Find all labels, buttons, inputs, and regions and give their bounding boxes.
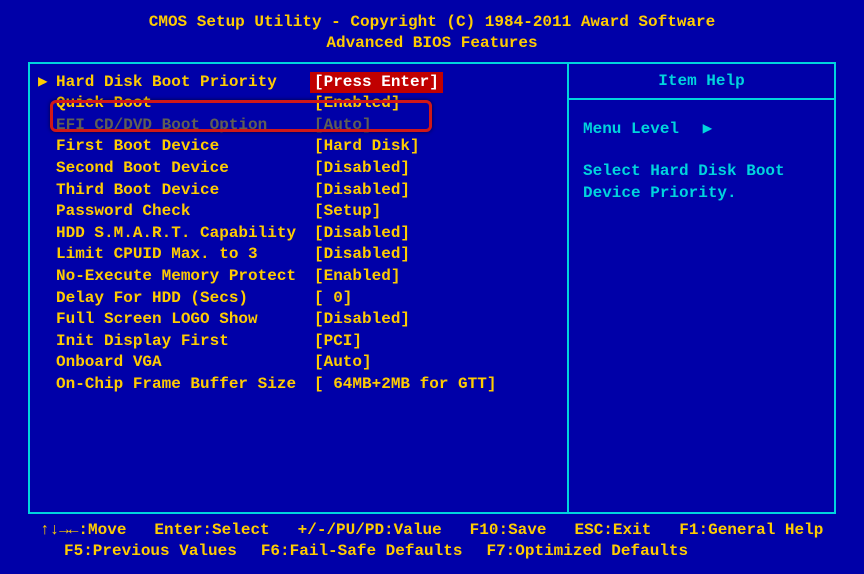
setting-value: [Disabled] xyxy=(314,158,410,180)
setting-value: [Enabled] xyxy=(314,266,400,288)
pointer-icon xyxy=(38,201,56,223)
setting-row[interactable]: Init Display First[PCI] xyxy=(38,331,567,353)
menu-level-label: Menu Level xyxy=(583,120,679,138)
pointer-icon xyxy=(38,93,56,115)
pointer-icon xyxy=(38,115,56,137)
setting-label: Delay For HDD (Secs) xyxy=(56,288,314,310)
setting-value: [ 64MB+2MB for GTT] xyxy=(314,374,496,396)
settings-panel: ▶Hard Disk Boot Priority[Press Enter]Qui… xyxy=(30,64,569,513)
setting-label: Quick Boot xyxy=(56,93,314,115)
setting-label: Limit CPUID Max. to 3 xyxy=(56,244,314,266)
setting-row[interactable]: Full Screen LOGO Show[Disabled] xyxy=(38,309,567,331)
setting-label: Init Display First xyxy=(56,331,314,353)
pointer-icon xyxy=(38,244,56,266)
setting-value: [PCI] xyxy=(314,331,362,353)
pointer-icon xyxy=(38,180,56,202)
setting-value: [Disabled] xyxy=(314,223,410,245)
setting-row[interactable]: Password Check[Setup] xyxy=(38,201,567,223)
hint-save: F10:Save xyxy=(470,520,547,541)
setting-value: [Disabled] xyxy=(314,309,410,331)
setting-label: Onboard VGA xyxy=(56,352,314,374)
pointer-icon xyxy=(38,158,56,180)
setting-value: [Auto] xyxy=(314,352,372,374)
hint-optimized: F7:Optimized Defaults xyxy=(486,541,688,562)
pointer-icon xyxy=(38,309,56,331)
help-title: Item Help xyxy=(569,64,834,100)
setting-row[interactable]: HDD S.M.A.R.T. Capability[Disabled] xyxy=(38,223,567,245)
setting-value: [Enabled] xyxy=(314,93,400,115)
pointer-icon xyxy=(38,352,56,374)
hint-select: Enter:Select xyxy=(154,520,269,541)
setting-label: On-Chip Frame Buffer Size xyxy=(56,374,314,396)
setting-row[interactable]: ▶Hard Disk Boot Priority[Press Enter] xyxy=(38,72,567,94)
pointer-icon xyxy=(38,266,56,288)
pointer-icon xyxy=(38,288,56,310)
setting-row[interactable]: EFI CD/DVD Boot Option[Auto] xyxy=(38,115,567,137)
setting-row[interactable]: No-Execute Memory Protect[Enabled] xyxy=(38,266,567,288)
header: CMOS Setup Utility - Copyright (C) 1984-… xyxy=(0,8,864,62)
setting-label: HDD S.M.A.R.T. Capability xyxy=(56,223,314,245)
setting-row[interactable]: Limit CPUID Max. to 3[Disabled] xyxy=(38,244,567,266)
hint-failsafe: F6:Fail-Safe Defaults xyxy=(261,541,463,562)
hint-help: F1:General Help xyxy=(679,520,823,541)
setting-row[interactable]: On-Chip Frame Buffer Size[ 64MB+2MB for … xyxy=(38,374,567,396)
setting-row[interactable]: Second Boot Device[Disabled] xyxy=(38,158,567,180)
setting-row[interactable]: Onboard VGA[Auto] xyxy=(38,352,567,374)
pointer-icon xyxy=(38,223,56,245)
main-frame: ▶Hard Disk Boot Priority[Press Enter]Qui… xyxy=(28,62,836,515)
pointer-icon xyxy=(38,136,56,158)
setting-label: Hard Disk Boot Priority xyxy=(56,72,314,94)
help-text: Select Hard Disk Boot Device Priority. xyxy=(583,160,820,205)
setting-value: [Setup] xyxy=(314,201,381,223)
setting-label: EFI CD/DVD Boot Option xyxy=(56,115,314,137)
pointer-icon xyxy=(38,331,56,353)
pointer-icon xyxy=(38,374,56,396)
help-panel: Item Help Menu Level ▶ Select Hard Disk … xyxy=(569,64,834,513)
setting-label: Full Screen LOGO Show xyxy=(56,309,314,331)
setting-label: Third Boot Device xyxy=(56,180,314,202)
header-line1: CMOS Setup Utility - Copyright (C) 1984-… xyxy=(0,12,864,33)
setting-value: [Disabled] xyxy=(314,180,410,202)
hint-move: ↑↓→←:Move xyxy=(40,520,126,541)
setting-value: [Press Enter] xyxy=(310,72,443,94)
footer: ↑↓→←:Move Enter:Select +/-/PU/PD:Value F… xyxy=(0,514,864,566)
setting-row[interactable]: First Boot Device[Hard Disk] xyxy=(38,136,567,158)
hint-value: +/-/PU/PD:Value xyxy=(298,520,442,541)
setting-value: [ 0] xyxy=(314,288,352,310)
setting-label: No-Execute Memory Protect xyxy=(56,266,314,288)
pointer-icon: ▶ xyxy=(38,72,56,94)
setting-value: [Disabled] xyxy=(314,244,410,266)
menu-level-row: Menu Level ▶ xyxy=(583,118,820,140)
setting-row[interactable]: Delay For HDD (Secs)[ 0] xyxy=(38,288,567,310)
header-line2: Advanced BIOS Features xyxy=(0,33,864,54)
chevron-right-icon: ▶ xyxy=(703,120,713,138)
hint-previous: F5:Previous Values xyxy=(64,541,237,562)
hint-exit: ESC:Exit xyxy=(574,520,651,541)
setting-label: Second Boot Device xyxy=(56,158,314,180)
setting-label: Password Check xyxy=(56,201,314,223)
setting-value: [Auto] xyxy=(314,115,372,137)
setting-label: First Boot Device xyxy=(56,136,314,158)
setting-row[interactable]: Third Boot Device[Disabled] xyxy=(38,180,567,202)
setting-value: [Hard Disk] xyxy=(314,136,420,158)
setting-row[interactable]: Quick Boot[Enabled] xyxy=(38,93,567,115)
